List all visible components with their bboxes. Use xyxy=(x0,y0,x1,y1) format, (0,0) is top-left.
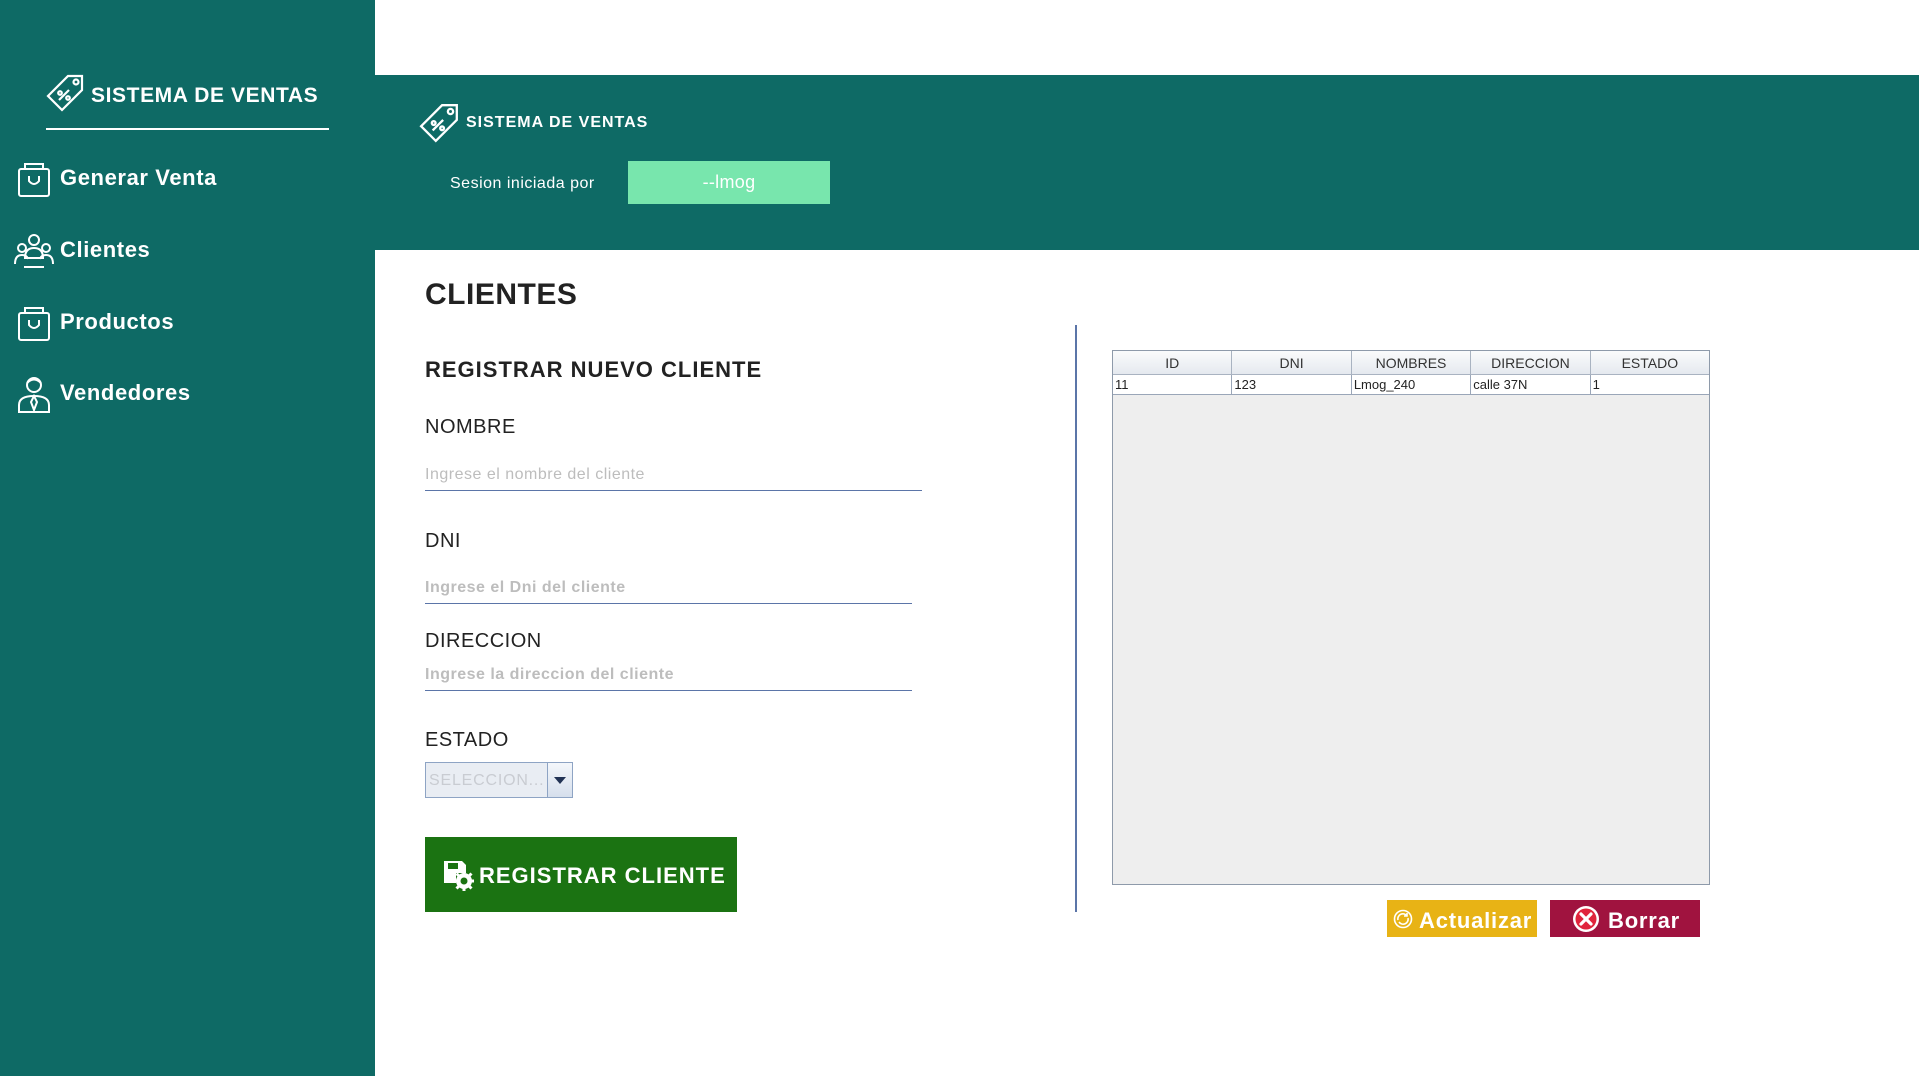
sidebar-item-label: Clientes xyxy=(60,237,151,262)
sidebar-item-label: Generar Venta xyxy=(60,165,217,190)
table-cell[interactable]: 1 xyxy=(1590,375,1710,395)
shopping-bag-icon xyxy=(18,163,50,197)
direccion-input[interactable] xyxy=(425,660,912,691)
delete-button-label: Borrar xyxy=(1608,908,1681,933)
header-title: SISTEMA DE VENTAS xyxy=(466,114,649,131)
column-header-id[interactable]: ID xyxy=(1113,351,1233,375)
page-title: CLIENTES xyxy=(425,278,578,311)
estado-select[interactable]: SELECCION... xyxy=(425,762,573,798)
sidebar: SISTEMA DE VENTAS Generar Venta Clientes xyxy=(0,0,375,1076)
table-cell[interactable]: 11 xyxy=(1113,375,1233,395)
refresh-icon xyxy=(1393,909,1413,929)
register-client-button[interactable]: REGISTRAR CLIENTE xyxy=(425,837,737,912)
session-user-field[interactable]: --lmog xyxy=(628,161,830,204)
close-circle-icon xyxy=(1573,906,1599,932)
sidebar-item-label: Productos xyxy=(60,309,175,334)
table-header: ID DNI NOMBRES DIRECCION ESTADO xyxy=(1113,351,1710,375)
header-bar: SISTEMA DE VENTAS Sesion iniciada por --… xyxy=(375,75,1919,250)
table-cell[interactable]: 123 xyxy=(1232,375,1352,395)
sidebar-item-clientes[interactable]: Clientes xyxy=(14,225,354,275)
table-cell[interactable]: calle 37N xyxy=(1471,375,1591,395)
estado-label: ESTADO xyxy=(425,729,509,751)
sidebar-item-productos[interactable]: Productos xyxy=(14,297,354,347)
delete-button[interactable]: Borrar xyxy=(1550,900,1700,937)
users-icon xyxy=(14,234,54,268)
chevron-down-icon[interactable] xyxy=(547,763,572,797)
table-cell[interactable]: Lmog_240 xyxy=(1351,375,1472,395)
sidebar-item-vendedores[interactable]: Vendedores xyxy=(14,368,354,418)
column-header-dni[interactable]: DNI xyxy=(1232,351,1352,375)
form-subtitle: REGISTRAR NUEVO CLIENTE xyxy=(425,357,763,382)
dni-label: DNI xyxy=(425,530,461,552)
sidebar-brand: SISTEMA DE VENTAS xyxy=(46,72,329,130)
seller-icon xyxy=(18,377,50,413)
register-client-label: REGISTRAR CLIENTE xyxy=(479,863,726,888)
direccion-label: DIRECCION xyxy=(425,630,542,652)
session-label: Sesion iniciada por xyxy=(450,175,595,192)
vertical-divider xyxy=(1075,325,1077,912)
nombre-input[interactable] xyxy=(425,460,922,491)
sidebar-item-generar-venta[interactable]: Generar Venta xyxy=(14,153,354,203)
clients-table[interactable]: ID DNI NOMBRES DIRECCION ESTADO 11 123 L… xyxy=(1112,350,1710,885)
save-gear-icon xyxy=(444,861,474,891)
update-button-label: Actualizar xyxy=(1419,908,1533,933)
price-tag-icon xyxy=(46,74,84,112)
price-tag-icon xyxy=(419,104,458,143)
dni-input[interactable] xyxy=(425,573,912,604)
sidebar-brand-title: SISTEMA DE VENTAS xyxy=(91,84,319,107)
table-row[interactable]: 11 123 Lmog_240 calle 37N 1 xyxy=(1113,375,1710,395)
column-header-direccion[interactable]: DIRECCION xyxy=(1471,351,1591,375)
estado-select-value: SELECCION... xyxy=(429,772,545,789)
nombre-label: NOMBRE xyxy=(425,416,516,438)
update-button[interactable]: Actualizar xyxy=(1387,900,1537,937)
shopping-bag-icon xyxy=(18,307,50,341)
column-header-estado[interactable]: ESTADO xyxy=(1590,351,1710,375)
column-header-nombres[interactable]: NOMBRES xyxy=(1351,351,1472,375)
sidebar-item-label: Vendedores xyxy=(60,380,191,405)
